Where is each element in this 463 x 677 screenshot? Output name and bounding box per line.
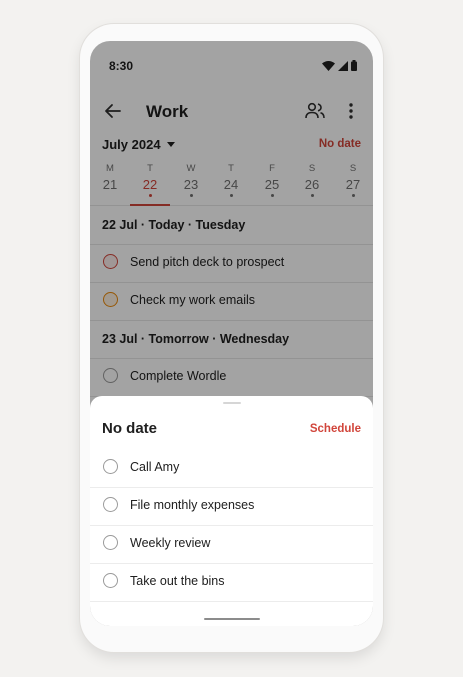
no-date-link[interactable]: No date [319, 138, 361, 150]
day-number: 22 [142, 177, 158, 192]
task-label: Complete Wordle [130, 369, 227, 383]
app-screen: 8:30 Work July 2024 No date M 21 T 22 W … [90, 41, 373, 626]
task-dot [351, 194, 355, 197]
day-cell[interactable]: F 25 [252, 163, 292, 205]
section-heading-today: 22 Jul · Today · Tuesday [90, 206, 373, 245]
app-bar: Work [90, 91, 373, 131]
schedule-button[interactable]: Schedule [310, 423, 361, 435]
day-cell[interactable]: M 21 [90, 163, 130, 205]
day-cell[interactable]: S 26 [292, 163, 332, 205]
task-dot [148, 194, 152, 197]
week-strip: M 21 T 22 W 23 T 24 F 25 S 26 S 27 [90, 163, 373, 206]
section-heading-tomorrow: 23 Jul · Tomorrow · Wednesday [90, 320, 373, 359]
day-number: 21 [102, 177, 118, 192]
caret-down-icon [166, 142, 175, 147]
task-dot [189, 194, 193, 197]
task-label: Call Amy [130, 460, 180, 474]
task-checkbox[interactable] [103, 459, 118, 474]
task-label: File monthly expenses [130, 498, 255, 512]
phone-frame: 8:30 Work July 2024 No date M 21 T 22 W … [80, 24, 383, 652]
back-arrow-icon[interactable] [101, 99, 125, 123]
task-row[interactable]: Complete Wordle [90, 358, 373, 397]
page-title: Work [146, 102, 189, 121]
day-of-week: S [308, 163, 316, 174]
task-dot [270, 194, 274, 197]
status-icons [322, 60, 357, 71]
task-label: Take out the bins [130, 574, 225, 588]
battery-icon [351, 60, 357, 71]
task-checkbox[interactable] [103, 535, 118, 550]
task-dot [310, 194, 314, 197]
task-row[interactable]: File monthly expenses [90, 487, 373, 526]
task-checkbox[interactable] [103, 254, 118, 269]
day-of-week: T [228, 163, 234, 174]
task-dot [229, 194, 233, 197]
task-checkbox[interactable] [103, 573, 118, 588]
status-time: 8:30 [109, 59, 134, 73]
day-number: 26 [304, 177, 320, 192]
task-label: Send pitch deck to prospect [130, 255, 285, 269]
task-row[interactable]: Take out the bins [90, 563, 373, 602]
day-number: 27 [345, 177, 361, 192]
sheet-drag-handle[interactable] [223, 402, 241, 404]
day-of-week: T [147, 163, 153, 174]
day-of-week: W [186, 163, 196, 174]
task-checkbox[interactable] [103, 497, 118, 512]
day-cell-selected[interactable]: T 22 [130, 163, 170, 206]
section-heading-label: 22 Jul · Today · Tuesday [102, 218, 246, 232]
day-cell[interactable]: T 24 [211, 163, 251, 205]
day-of-week: M [106, 163, 114, 174]
month-row: July 2024 No date [90, 135, 373, 159]
no-date-bottom-sheet: No date Schedule Call Amy File monthly e… [90, 396, 373, 626]
section-heading-label: 23 Jul · Tomorrow · Wednesday [102, 332, 290, 346]
status-bar: 8:30 [90, 41, 373, 91]
task-label: Weekly review [130, 536, 211, 550]
wifi-icon [322, 60, 335, 71]
task-checkbox[interactable] [103, 368, 118, 383]
task-row[interactable]: Send pitch deck to prospect [90, 244, 373, 283]
task-checkbox[interactable] [103, 292, 118, 307]
home-indicator[interactable] [204, 618, 260, 620]
day-cell[interactable]: W 23 [171, 163, 211, 205]
sheet-title: No date [102, 420, 158, 437]
task-row[interactable]: Check my work emails [90, 282, 373, 321]
task-row[interactable]: Call Amy [90, 449, 373, 488]
day-cell[interactable]: S 27 [333, 163, 373, 205]
month-selector[interactable]: July 2024 [102, 137, 175, 152]
day-number: 24 [223, 177, 239, 192]
share-project-icon[interactable] [303, 99, 327, 123]
day-of-week: S [349, 163, 357, 174]
signal-icon [338, 60, 348, 71]
month-label: July 2024 [102, 137, 161, 152]
task-label: Check my work emails [130, 293, 256, 307]
day-number: 25 [264, 177, 280, 192]
day-number: 23 [183, 177, 199, 192]
task-row[interactable]: Weekly review [90, 525, 373, 564]
day-of-week: F [269, 163, 275, 174]
more-options-icon[interactable] [341, 99, 361, 123]
